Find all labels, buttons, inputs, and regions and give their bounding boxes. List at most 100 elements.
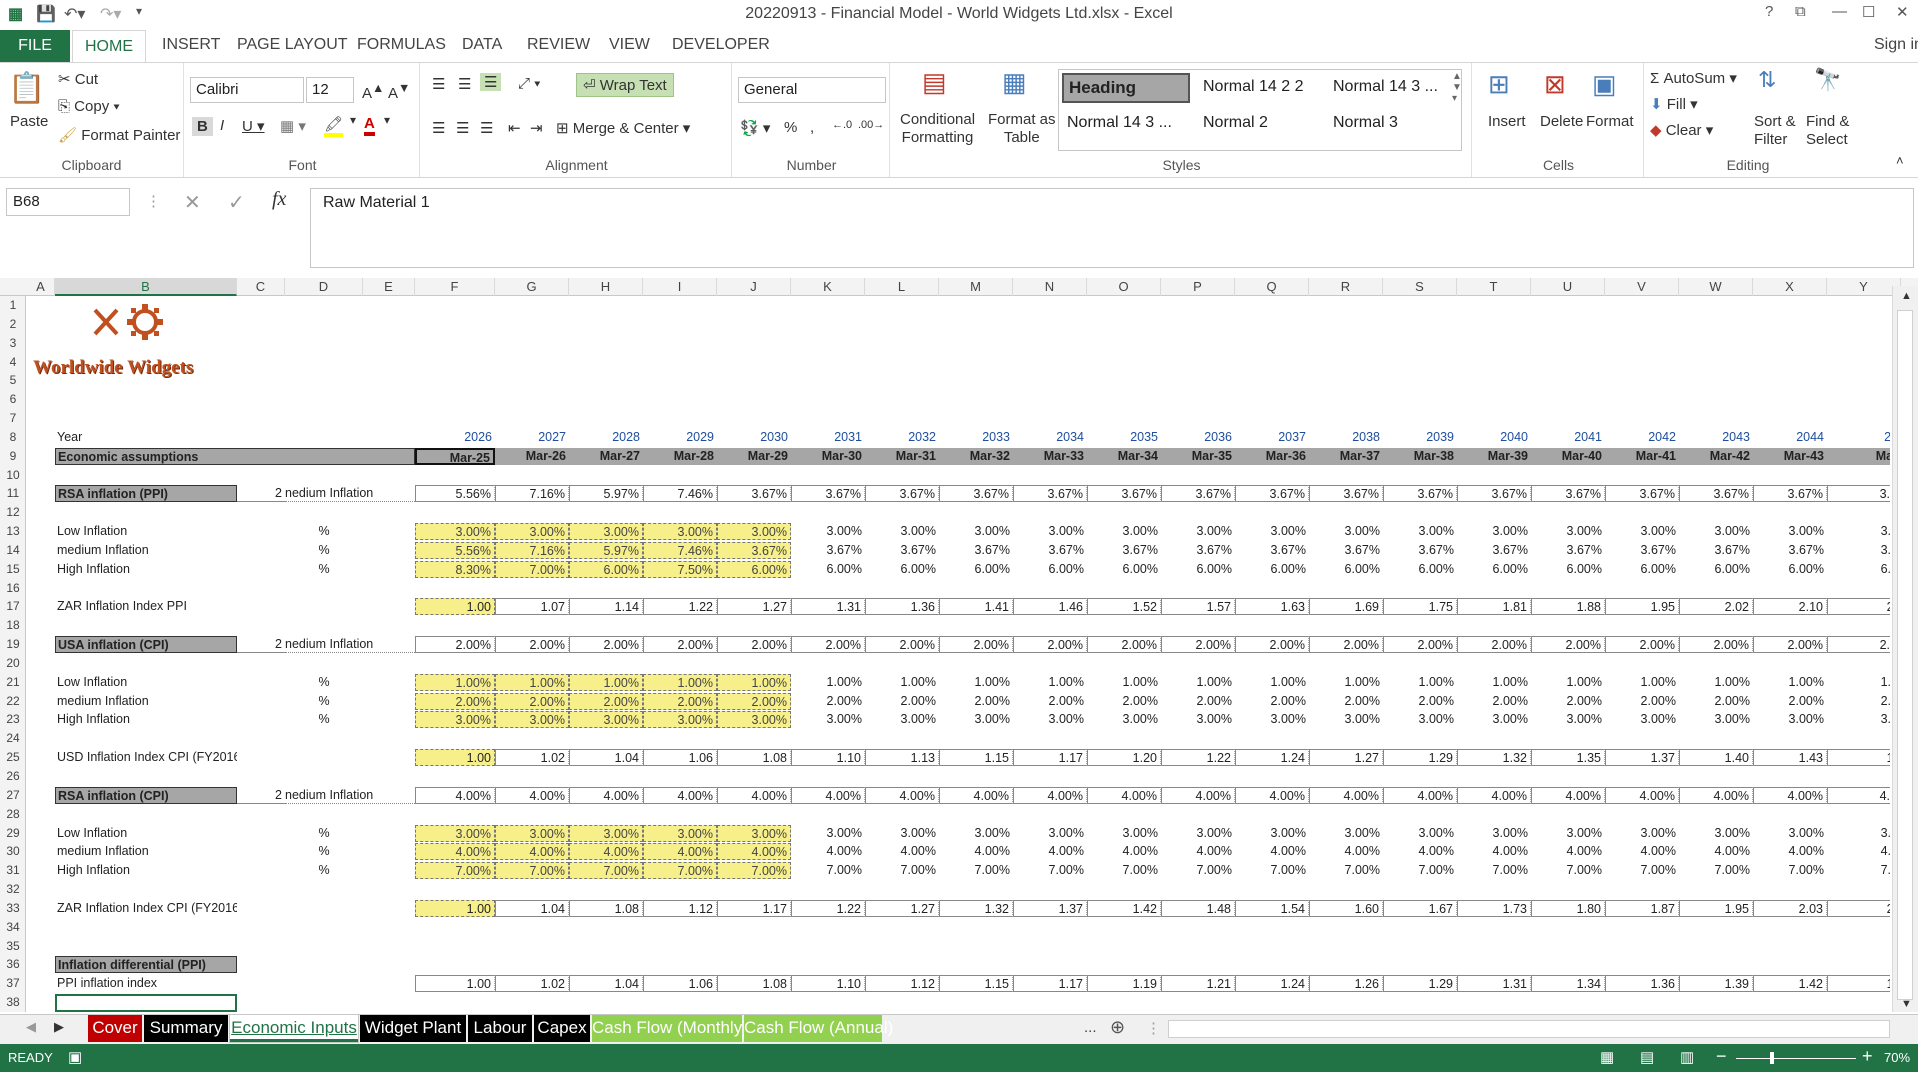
- selected-rate-cell[interactable]: 4.00%: [791, 786, 865, 804]
- selected-rate-cell[interactable]: 3.67%: [1161, 485, 1235, 503]
- column-header-e[interactable]: E: [363, 278, 415, 296]
- selected-rate-cell[interactable]: 2.00%: [1457, 636, 1531, 654]
- scenario-name[interactable]: nedium Inflation: [285, 485, 415, 503]
- input-cell[interactable]: 3.00%: [643, 523, 717, 541]
- value-cell[interactable]: 7.00%: [1383, 862, 1457, 879]
- input-cell[interactable]: 5.56%: [415, 541, 495, 559]
- insert-function-icon[interactable]: fx: [272, 188, 286, 211]
- page-break-view-icon[interactable]: ▥: [1680, 1048, 1694, 1066]
- index-cell[interactable]: 1.07: [495, 598, 569, 616]
- selected-rate-cell[interactable]: 3.6: [1827, 485, 1890, 503]
- row-header-38[interactable]: 38: [0, 993, 26, 1011]
- selected-rate-cell[interactable]: 3.67%: [1753, 485, 1827, 503]
- row-header-15[interactable]: 15: [0, 560, 26, 578]
- value-cell[interactable]: 3.67%: [1309, 542, 1383, 559]
- column-header-w[interactable]: W: [1679, 278, 1753, 296]
- year-cell[interactable]: 2043: [1679, 429, 1753, 446]
- selected-rate-cell[interactable]: 3.67%: [1457, 485, 1531, 503]
- value-cell[interactable]: 3.00%: [791, 523, 865, 540]
- value-cell[interactable]: 2.00%: [1087, 693, 1161, 710]
- month-cell[interactable]: Mar-25: [415, 447, 495, 465]
- delete-button[interactable]: Delete: [1540, 113, 1583, 130]
- row-header-29[interactable]: 29: [0, 824, 26, 842]
- selected-rate-cell[interactable]: 2.00%: [865, 636, 939, 654]
- column-header-b[interactable]: B: [55, 278, 237, 296]
- font-size-dropdown[interactable]: 12: [306, 77, 354, 103]
- value-cell[interactable]: 3.00%: [1383, 523, 1457, 540]
- scroll-down-icon[interactable]: ▼: [1901, 998, 1912, 1010]
- index-cell[interactable]: 1.22: [643, 598, 717, 616]
- index-cell[interactable]: 2.: [1827, 598, 1890, 616]
- zoom-slider[interactable]: [1736, 1058, 1856, 1059]
- value-cell[interactable]: 1.00%: [1383, 674, 1457, 691]
- value-cell[interactable]: 1.00%: [1457, 674, 1531, 691]
- find-select-button[interactable]: Find & Select: [1806, 113, 1849, 149]
- value-cell[interactable]: 7.0: [1827, 862, 1890, 879]
- selected-rate-cell[interactable]: 3.67%: [865, 485, 939, 503]
- index-cell[interactable]: 1.37: [1013, 899, 1087, 917]
- value-cell[interactable]: 3.00%: [1383, 825, 1457, 842]
- row-header-6[interactable]: 6: [0, 390, 26, 408]
- value-cell[interactable]: 3.67%: [1013, 542, 1087, 559]
- italic-button[interactable]: I: [220, 117, 224, 134]
- month-cell[interactable]: Mar-33: [1013, 447, 1087, 465]
- index-cell[interactable]: 1.13: [865, 749, 939, 767]
- scroll-up-icon[interactable]: ▲: [1901, 290, 1912, 302]
- differential-cell[interactable]: 1.34: [1531, 975, 1605, 993]
- index-cell[interactable]: 1.42: [1087, 899, 1161, 917]
- align-right-icon[interactable]: ☰: [480, 119, 493, 137]
- vertical-scrollbar[interactable]: ▲ ▼: [1892, 286, 1918, 1012]
- row-header-11[interactable]: 11: [0, 484, 26, 502]
- value-cell[interactable]: 1.00%: [1161, 674, 1235, 691]
- year-cell[interactable]: 2042: [1605, 429, 1679, 446]
- year-cell[interactable]: 2044: [1753, 429, 1827, 446]
- value-cell[interactable]: 4.00%: [1013, 843, 1087, 860]
- ppi-index-label[interactable]: PPI inflation index: [55, 975, 237, 992]
- input-cell[interactable]: 1.00%: [495, 673, 569, 691]
- value-cell[interactable]: 7.00%: [865, 862, 939, 879]
- unit-label[interactable]: %: [285, 561, 363, 578]
- value-cell[interactable]: 1.00%: [939, 674, 1013, 691]
- row-header-4[interactable]: 4: [0, 353, 26, 371]
- selected-rate-cell[interactable]: 4.00%: [1235, 786, 1309, 804]
- input-cell[interactable]: 7.00%: [415, 862, 495, 880]
- unit-label[interactable]: %: [285, 843, 363, 860]
- value-cell[interactable]: 6.00%: [1087, 561, 1161, 578]
- value-cell[interactable]: 6.0: [1827, 561, 1890, 578]
- cut-button[interactable]: ✂ Cut: [58, 70, 98, 88]
- value-cell[interactable]: 3.00%: [1161, 523, 1235, 540]
- align-middle-icon[interactable]: ☰: [458, 75, 471, 93]
- inflation-scenario-label[interactable]: medium Inflation: [55, 843, 237, 860]
- row-header-23[interactable]: 23: [0, 710, 26, 728]
- value-cell[interactable]: 3.00%: [1087, 825, 1161, 842]
- selected-rate-cell[interactable]: 3.67%: [1309, 485, 1383, 503]
- input-cell[interactable]: 4.00%: [415, 843, 495, 861]
- row-header-17[interactable]: 17: [0, 597, 26, 615]
- shrink-font-icon[interactable]: A▼: [388, 81, 410, 102]
- row-header-35[interactable]: 35: [0, 937, 26, 955]
- row-header-7[interactable]: 7: [0, 409, 26, 427]
- sheet-tab-economic-inputs[interactable]: Economic Inputs: [230, 1015, 358, 1042]
- value-cell[interactable]: 4.00%: [1087, 843, 1161, 860]
- year-cell[interactable]: 2035: [1087, 429, 1161, 446]
- index-cell[interactable]: 1.27: [1309, 749, 1383, 767]
- differential-cell[interactable]: 1.24: [1235, 975, 1309, 993]
- selected-rate-cell[interactable]: 4.00%: [939, 786, 1013, 804]
- fill-button[interactable]: ⬇ Fill ▾: [1650, 95, 1698, 113]
- column-header-k[interactable]: K: [791, 278, 865, 296]
- value-cell[interactable]: 3.00%: [1679, 825, 1753, 842]
- index-cell[interactable]: 1.95: [1605, 598, 1679, 616]
- tab-home[interactable]: HOME: [72, 30, 146, 63]
- differential-cell[interactable]: 1.08: [717, 975, 791, 993]
- paste-icon[interactable]: 📋: [8, 71, 45, 106]
- input-cell[interactable]: 1.00%: [717, 673, 791, 691]
- row-header-36[interactable]: 36: [0, 955, 26, 973]
- column-header-r[interactable]: R: [1309, 278, 1383, 296]
- value-cell[interactable]: 7.00%: [1753, 862, 1827, 879]
- orientation-icon[interactable]: ⤢ ▾: [518, 75, 540, 92]
- selected-rate-cell[interactable]: 2.00%: [791, 636, 865, 654]
- selected-rate-cell[interactable]: 4.00%: [1679, 786, 1753, 804]
- selected-rate-cell[interactable]: 2.00%: [569, 636, 643, 654]
- tab-page-layout[interactable]: PAGE LAYOUT: [237, 36, 348, 54]
- bold-button[interactable]: B: [192, 117, 213, 136]
